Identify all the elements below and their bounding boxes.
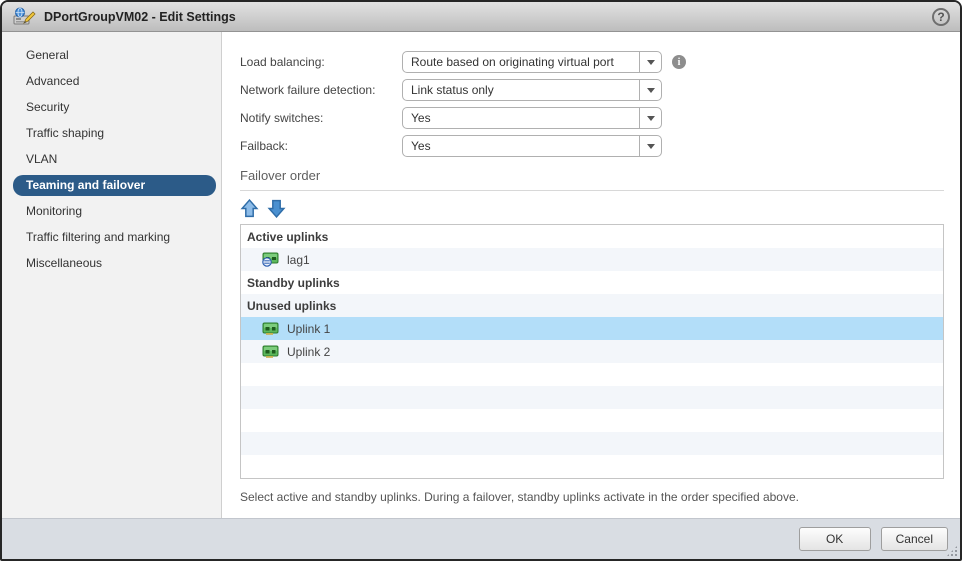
down-arrow-icon (267, 199, 286, 218)
move-up-button[interactable] (240, 199, 259, 218)
uplink-row-uplink2[interactable]: Uplink 2 (241, 340, 943, 363)
chevron-down-icon[interactable] (639, 52, 661, 72)
dialog-title: DPortGroupVM02 - Edit Settings (44, 10, 236, 24)
notify-switches-value: Yes (403, 111, 639, 125)
uplink-group-header: Active uplinks (241, 225, 943, 248)
failover-hint-text: Select active and standby uplinks. Durin… (240, 490, 944, 504)
failover-order-heading: Failover order (240, 168, 944, 191)
load-balancing-label: Load balancing: (240, 55, 402, 69)
failover-order-toolbar (240, 199, 944, 218)
failback-value: Yes (403, 139, 639, 153)
network-failure-detection-select[interactable]: Link status only (402, 79, 662, 101)
uplink-group-header: Standby uplinks (241, 271, 943, 294)
sidebar-item-advanced[interactable]: Advanced (2, 68, 215, 94)
load-balancing-select[interactable]: Route based on originating virtual port (402, 51, 662, 73)
notify-switches-select[interactable]: Yes (402, 107, 662, 129)
sidebar-item-traffic-filtering[interactable]: Traffic filtering and marking (2, 224, 215, 250)
settings-sidebar: General Advanced Security Traffic shapin… (2, 32, 222, 518)
network-failure-detection-label: Network failure detection: (240, 83, 402, 97)
chevron-down-icon[interactable] (639, 136, 661, 156)
sidebar-item-miscellaneous[interactable]: Miscellaneous (2, 250, 215, 276)
teaming-failover-panel: Load balancing: Route based on originati… (222, 32, 960, 518)
sidebar-item-teaming-and-failover[interactable]: Teaming and failover (13, 175, 216, 196)
empty-row (241, 363, 943, 386)
sidebar-item-security[interactable]: Security (2, 94, 215, 120)
uplink-row-uplink1[interactable]: Uplink 1 (241, 317, 943, 340)
uplink-row-lag1[interactable]: lag1 (241, 248, 943, 271)
sidebar-item-vlan[interactable]: VLAN (2, 146, 215, 172)
cancel-button[interactable]: Cancel (881, 527, 948, 551)
portgroup-edit-icon (12, 7, 36, 27)
empty-row (241, 386, 943, 409)
load-balancing-row: Load balancing: Route based on originati… (240, 48, 944, 76)
info-icon[interactable]: i (672, 55, 686, 69)
lag-icon (262, 252, 279, 267)
failover-order-list: Active uplinks lag1 (240, 224, 944, 479)
nic-icon (262, 321, 279, 336)
sidebar-item-general[interactable]: General (2, 42, 215, 68)
dialog-body: General Advanced Security Traffic shapin… (2, 32, 960, 518)
network-failure-detection-value: Link status only (403, 83, 639, 97)
empty-row (241, 432, 943, 455)
uplink-group-header: Unused uplinks (241, 294, 943, 317)
dialog-footer: OK Cancel (2, 518, 960, 559)
failback-label: Failback: (240, 139, 402, 153)
notify-switches-row: Notify switches: Yes (240, 104, 944, 132)
help-icon[interactable]: ? (932, 8, 950, 26)
dialog-titlebar: DPortGroupVM02 - Edit Settings ? (2, 2, 960, 32)
ok-button[interactable]: OK (799, 527, 871, 551)
sidebar-item-monitoring[interactable]: Monitoring (2, 198, 215, 224)
failback-row: Failback: Yes (240, 132, 944, 160)
failback-select[interactable]: Yes (402, 135, 662, 157)
up-arrow-icon (240, 199, 259, 218)
sidebar-item-traffic-shaping[interactable]: Traffic shaping (2, 120, 215, 146)
chevron-down-icon[interactable] (639, 108, 661, 128)
network-failure-detection-row: Network failure detection: Link status o… (240, 76, 944, 104)
move-down-button[interactable] (267, 199, 286, 218)
uplink-label: lag1 (287, 253, 310, 267)
uplink-label: Uplink 1 (287, 322, 330, 336)
load-balancing-value: Route based on originating virtual port (403, 55, 639, 69)
nic-icon (262, 344, 279, 359)
notify-switches-label: Notify switches: (240, 111, 402, 125)
empty-row (241, 455, 943, 478)
chevron-down-icon[interactable] (639, 80, 661, 100)
uplink-label: Uplink 2 (287, 345, 330, 359)
edit-settings-dialog: DPortGroupVM02 - Edit Settings ? General… (0, 0, 962, 561)
empty-row (241, 409, 943, 432)
